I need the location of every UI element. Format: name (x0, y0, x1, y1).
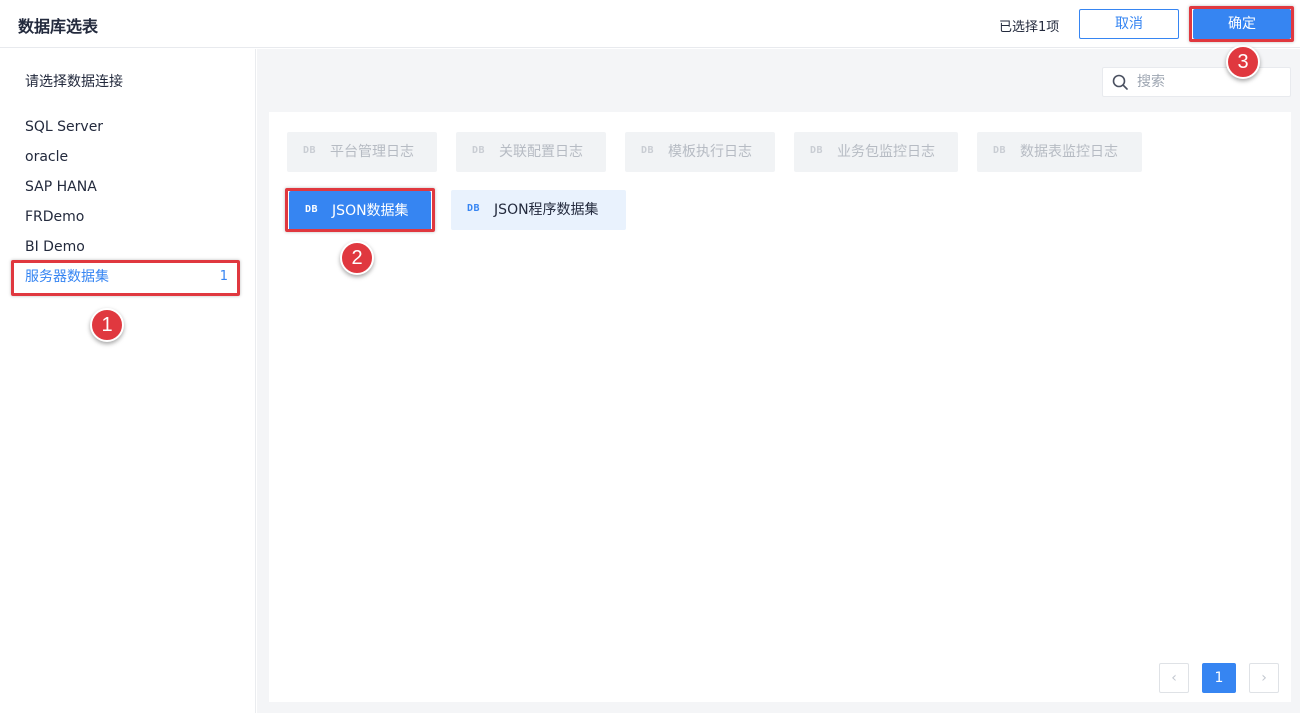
step-badge-3: 3 (1226, 45, 1260, 79)
table-label: 数据表监控日志 (1020, 144, 1119, 160)
prev-page-button[interactable]: ‹ (1159, 663, 1189, 693)
table-chip-json-program-dataset[interactable]: DB JSON程序数据集 (451, 190, 626, 230)
database-icon: DB (993, 145, 1007, 156)
connection-label: BI Demo (25, 239, 85, 255)
table-chip-platform-log[interactable]: DB 平台管理日志 (287, 132, 437, 172)
step-badge-1: 1 (90, 308, 124, 342)
connection-item-oracle[interactable]: oracle (0, 142, 256, 172)
header-bar: 数据库选表 已选择1项 取消 确定 (0, 0, 1300, 48)
sidebar-title: 请选择数据连接 (25, 74, 123, 90)
table-label: 关联配置日志 (499, 144, 584, 160)
cancel-button[interactable]: 取消 (1079, 9, 1179, 39)
step-badge-2: 2 (340, 241, 374, 275)
table-chip-relation-config-log[interactable]: DB 关联配置日志 (456, 132, 606, 172)
connection-label: oracle (25, 149, 69, 165)
table-label: 平台管理日志 (330, 144, 415, 160)
connection-sidebar: 请选择数据连接 SQL Server oracle SAP HANA FRDem… (0, 49, 256, 713)
table-label: JSON程序数据集 (494, 202, 599, 218)
table-chip-template-exec-log[interactable]: DB 模板执行日志 (625, 132, 775, 172)
page-title: 数据库选表 (18, 17, 99, 36)
search-box[interactable] (1102, 67, 1291, 97)
database-icon: DB (472, 145, 486, 156)
database-icon: DB (303, 145, 317, 156)
database-icon: DB (467, 203, 481, 214)
selected-count-label: 已选择1项 (999, 20, 1060, 35)
database-icon: DB (810, 145, 824, 156)
connection-label: SAP HANA (25, 179, 97, 195)
connection-item-sap-hana[interactable]: SAP HANA (0, 172, 256, 202)
table-label: 业务包监控日志 (837, 144, 936, 160)
connection-item-frdemo[interactable]: FRDemo (0, 202, 256, 232)
current-page-button[interactable]: 1 (1202, 663, 1236, 693)
table-chip-package-monitor-log[interactable]: DB 业务包监控日志 (794, 132, 958, 172)
highlight-box-server-dataset (11, 260, 240, 296)
highlight-box-json-dataset (285, 188, 435, 232)
connection-item-bi-demo[interactable]: BI Demo (0, 232, 256, 262)
database-icon: DB (641, 145, 655, 156)
search-icon (1112, 74, 1128, 90)
search-input[interactable] (1137, 72, 1282, 92)
connection-item-sql-server[interactable]: SQL Server (0, 112, 256, 142)
table-chip-table-monitor-log[interactable]: DB 数据表监控日志 (977, 132, 1142, 172)
connection-label: FRDemo (25, 209, 85, 225)
next-page-button[interactable]: › (1249, 663, 1279, 693)
connection-label: SQL Server (25, 119, 104, 135)
table-label: 模板执行日志 (668, 144, 753, 160)
highlight-box-confirm (1189, 6, 1294, 42)
